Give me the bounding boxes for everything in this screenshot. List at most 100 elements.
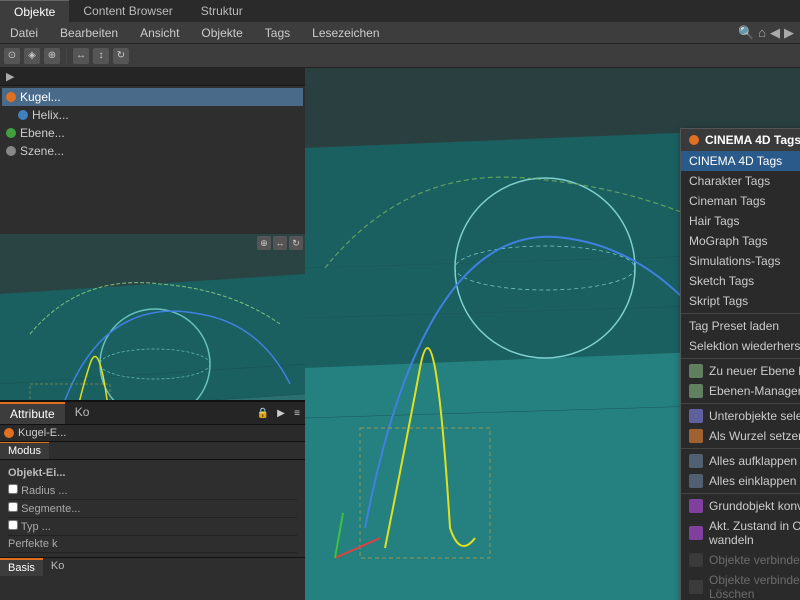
neue-ebene-icon — [689, 364, 703, 378]
verbinden-loeschen-icon — [689, 580, 703, 594]
viewport-nav: ⊕ ↔ ↻ — [257, 236, 303, 250]
menu-bearbeiten[interactable]: Bearbeiten — [56, 24, 122, 42]
neue-ebene-label: Zu neuer Ebene hinzufügen — [709, 364, 800, 378]
menu-item-simulations-tags[interactable]: Simulations-Tags — [681, 251, 800, 271]
attr-perfekte-label: Perfekte k — [8, 538, 98, 550]
menu-item-selektion[interactable]: Selektion wiederherstellen — [681, 336, 800, 356]
menu-item-verbinden-loeschen[interactable]: Objekte verbinden + Löschen — [681, 570, 800, 600]
attr-arrow-icon[interactable]: ▶ — [274, 403, 288, 423]
toolbar-icon-5[interactable]: ↕ — [93, 48, 109, 64]
toolbar-icon-1[interactable]: ⊙ — [4, 48, 20, 64]
menu-item-zustand[interactable]: Akt. Zustand in Objekt wandeln — [681, 516, 800, 550]
cinema4d-tags-label: CINEMA 4D Tags — [689, 154, 782, 168]
toolbar-icon-6[interactable]: ↻ — [113, 48, 129, 64]
scene-item-helix[interactable]: Helix... — [2, 106, 303, 124]
attr-row-typ: Typ ... — [8, 518, 297, 536]
attr-section-title: Objekt-Ei... — [8, 464, 297, 482]
zustand-label: Akt. Zustand in Objekt wandeln — [709, 519, 800, 547]
menu-item-skript-tags[interactable]: Skript Tags — [681, 291, 800, 311]
search-icon[interactable]: 🔍 — [738, 25, 754, 41]
separator-4 — [681, 448, 800, 449]
context-menu-main-title: CINEMA 4D Tags — [705, 133, 800, 147]
attr-bottom-basis[interactable]: Basis — [0, 558, 43, 576]
simulations-tags-label: Simulations-Tags — [689, 254, 780, 268]
top-tab-bar: Objekte Content Browser Struktur — [0, 0, 800, 22]
menu-lesezeichen[interactable]: Lesezeichen — [308, 24, 383, 42]
kugel-icon — [6, 92, 16, 102]
attr-tabs-row: Attribute Ko 🔒 ▶ ≡ — [0, 402, 305, 425]
scene-item-ebene[interactable]: Ebene... — [2, 124, 303, 142]
menu-item-charakter-tags[interactable]: Charakter Tags — [681, 171, 800, 191]
back-icon[interactable]: ◀ — [770, 25, 780, 41]
toolbar-icon-2[interactable]: ◈ — [24, 48, 40, 64]
verbinden-loeschen-label: Objekte verbinden + Löschen — [709, 573, 800, 600]
menu-item-sketch-tags[interactable]: Sketch Tags — [681, 271, 800, 291]
home-icon[interactable]: ⌂ — [758, 25, 766, 40]
menu-item-cinema4d-tags[interactable]: CINEMA 4D Tags — [681, 151, 800, 171]
menu-tags[interactable]: Tags — [261, 24, 294, 42]
menu-item-neue-ebene[interactable]: Zu neuer Ebene hinzufügen — [681, 361, 800, 381]
verbinden-icon — [689, 553, 703, 567]
menu-item-unterobjekte[interactable]: Unterobjekte selektieren — [681, 406, 800, 426]
menu-item-hair-tags[interactable]: Hair Tags — [681, 211, 800, 231]
menu-objekte[interactable]: Objekte — [197, 24, 246, 42]
menu-item-cineman-tags[interactable]: Cineman Tags — [681, 191, 800, 211]
attr-radius-check[interactable] — [8, 484, 18, 494]
viewport-icon-3[interactable]: ↻ — [289, 236, 303, 250]
main-layout: ▶ Kugel... Helix... Ebene... — [0, 68, 800, 600]
menu-item-verbinden[interactable]: Objekte verbinden — [681, 550, 800, 570]
attr-tab-attribute[interactable]: Attribute — [0, 402, 65, 424]
skript-tags-label: Skript Tags — [689, 294, 748, 308]
scene-list: Kugel... Helix... Ebene... Szene... — [0, 86, 305, 162]
attr-obj-icon — [4, 428, 14, 438]
toolbar: ⊙ ◈ ⊕ ↔ ↕ ↻ — [0, 44, 800, 68]
tab-struktur[interactable]: Struktur — [187, 0, 257, 22]
menu-item-wurzel[interactable]: Als Wurzel setzen — [681, 426, 800, 446]
attr-sub-modus[interactable]: Modus — [0, 442, 49, 459]
tag-preset-label: Tag Preset laden — [689, 319, 779, 333]
menu-item-grundobjekt[interactable]: Grundobjekt konvertieren — [681, 496, 800, 516]
helix-icon — [18, 110, 28, 120]
toolbar-icon-4[interactable]: ↔ — [73, 48, 89, 64]
attr-typ-check[interactable] — [8, 520, 18, 530]
scene-list-panel: ▶ Kugel... Helix... Ebene... — [0, 68, 305, 234]
attr-obj-name: Kugel-E... — [18, 427, 66, 439]
einklappen-label: Alles einklappen — [709, 474, 796, 488]
ebenen-manager-label: Ebenen-Manager... — [709, 384, 800, 398]
tab-content-browser[interactable]: Content Browser — [69, 0, 186, 22]
viewport-canvas — [0, 234, 305, 400]
mograph-tags-label: MoGraph Tags — [689, 234, 768, 248]
sketch-tags-label: Sketch Tags — [689, 274, 754, 288]
menu-item-tag-preset[interactable]: Tag Preset laden — [681, 316, 800, 336]
separator-1 — [681, 313, 800, 314]
attr-row-radius: Radius ... — [8, 482, 297, 500]
menu-item-einklappen[interactable]: Alles einklappen — [681, 471, 800, 491]
attr-segmente-check[interactable] — [8, 502, 18, 512]
attr-lock-icon[interactable]: 🔒 — [255, 403, 271, 423]
tab-objekte[interactable]: Objekte — [0, 0, 69, 22]
verbinden-label: Objekte verbinden — [709, 553, 800, 567]
context-menu-main-header: CINEMA 4D Tags — [681, 129, 800, 151]
attr-menu-icon[interactable]: ≡ — [290, 403, 304, 423]
attr-radius-label: Radius ... — [8, 484, 98, 497]
menu-item-ebenen-manager[interactable]: Ebenen-Manager... — [681, 381, 800, 401]
attribute-panel: Attribute Ko 🔒 ▶ ≡ Kugel-E... Modus Obje… — [0, 400, 305, 600]
attr-tab-ko[interactable]: Ko — [65, 402, 100, 424]
toolbar-icon-3[interactable]: ⊕ — [44, 48, 60, 64]
context-menu-main: CINEMA 4D Tags CINEMA 4D Tags Charakter … — [680, 128, 800, 600]
viewport-icon-1[interactable]: ⊕ — [257, 236, 271, 250]
scene-item-szene[interactable]: Szene... — [2, 142, 303, 160]
menu-ansicht[interactable]: Ansicht — [136, 24, 183, 42]
menu-datei[interactable]: Datei — [6, 24, 42, 42]
scene-item-kugel[interactable]: Kugel... — [2, 88, 303, 106]
viewport-icon-2[interactable]: ↔ — [273, 236, 287, 250]
aufklappen-label: Alles aufklappen — [709, 454, 797, 468]
zustand-icon — [689, 526, 703, 540]
ebene-icon — [6, 128, 16, 138]
charakter-tags-label: Charakter Tags — [689, 174, 770, 188]
grundobjekt-label: Grundobjekt konvertieren — [709, 499, 800, 513]
forward-icon[interactable]: ▶ — [784, 25, 794, 41]
menu-item-mograph-tags[interactable]: MoGraph Tags — [681, 231, 800, 251]
menu-item-aufklappen[interactable]: Alles aufklappen — [681, 451, 800, 471]
attr-bottom-ko[interactable]: Ko — [43, 558, 72, 576]
